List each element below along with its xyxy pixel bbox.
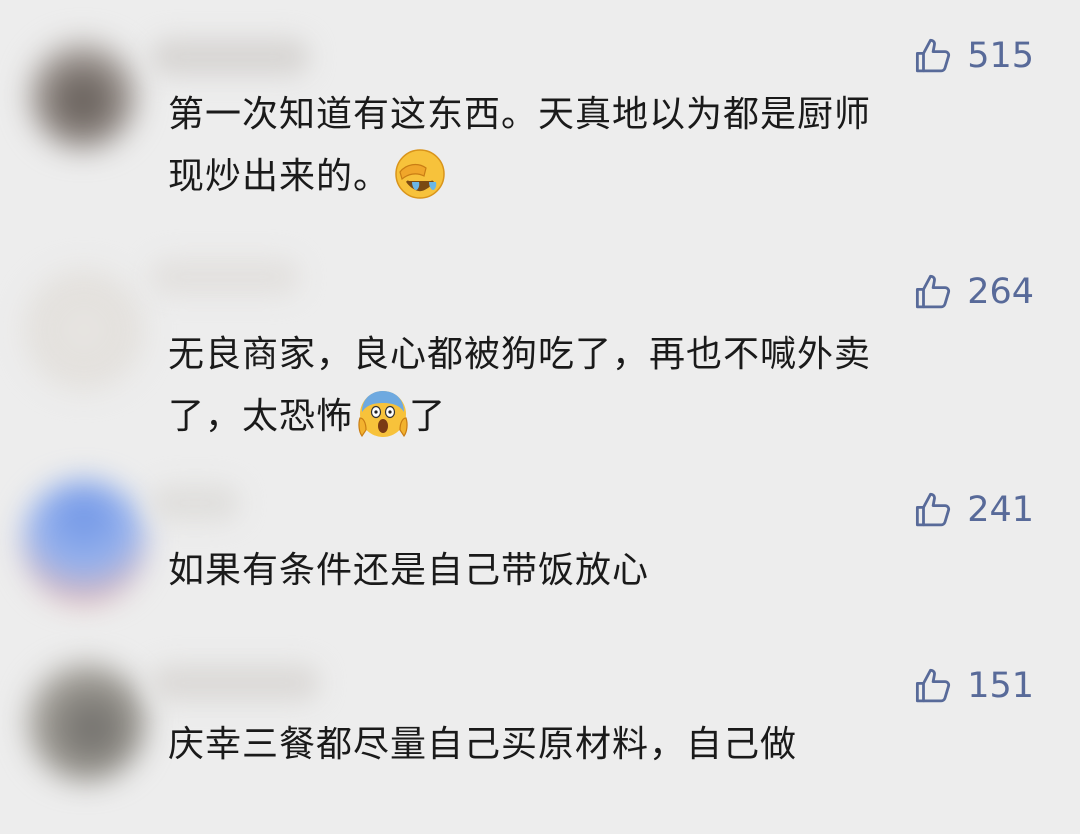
comment-item: 515 第一次知道有这东西。天真地以为都是厨师 现炒出来的。 bbox=[0, 0, 1080, 230]
like-count: 241 bbox=[967, 490, 1034, 530]
like-count: 151 bbox=[967, 666, 1034, 706]
comment-item: 151 庆幸三餐都尽量自己买原材料，自己做 bbox=[0, 640, 1080, 834]
comment-text: 如果有条件还是自己带饭放心 bbox=[168, 540, 1018, 602]
comment-line: 庆幸三餐都尽量自己买原材料，自己做 bbox=[168, 724, 798, 765]
like-button[interactable]: 241 bbox=[913, 488, 1034, 532]
comment-line: 第一次知道有这东西。天真地以为都是厨师 bbox=[168, 94, 872, 135]
thumbs-up-icon bbox=[916, 38, 951, 73]
thumbs-up-icon bbox=[916, 274, 951, 309]
comment-line-text: 了，太恐怖 bbox=[168, 396, 354, 437]
avatar[interactable] bbox=[28, 40, 138, 150]
like-count: 515 bbox=[967, 36, 1034, 76]
comment-line-text: 了 bbox=[409, 396, 447, 437]
username-blurred[interactable] bbox=[150, 38, 310, 76]
thumbs-up-icon bbox=[916, 492, 951, 527]
username-blurred[interactable] bbox=[150, 258, 300, 296]
comment-line-text: 现炒出来的。 bbox=[168, 156, 391, 197]
comment-text: 第一次知道有这东西。天真地以为都是厨师 现炒出来的。 bbox=[168, 84, 1018, 208]
comment-text: 无良商家，良心都被狗吃了，再也不喊外卖 了，太恐怖 了 bbox=[168, 324, 1018, 448]
comment-item: 241 如果有条件还是自己带饭放心 bbox=[0, 460, 1080, 640]
like-count: 264 bbox=[967, 272, 1034, 312]
face-with-hand-over-eyes-crying-emoji bbox=[395, 149, 445, 199]
comment-line: 了，太恐怖 了 bbox=[168, 386, 1018, 448]
avatar[interactable] bbox=[24, 270, 144, 390]
avatar[interactable] bbox=[22, 480, 146, 604]
like-button[interactable]: 264 bbox=[913, 270, 1034, 314]
avatar[interactable] bbox=[26, 662, 146, 782]
like-button[interactable]: 151 bbox=[913, 664, 1034, 708]
thumbs-up-icon bbox=[916, 668, 951, 703]
username-blurred[interactable] bbox=[150, 484, 240, 522]
comment-item: 264 无良商家，良心都被狗吃了，再也不喊外卖 了，太恐怖 了 bbox=[0, 230, 1080, 460]
username-blurred[interactable] bbox=[150, 664, 320, 702]
comment-line: 如果有条件还是自己带饭放心 bbox=[168, 550, 650, 591]
comment-text: 庆幸三餐都尽量自己买原材料，自己做 bbox=[168, 714, 1018, 776]
like-button[interactable]: 515 bbox=[913, 34, 1034, 78]
comment-line: 无良商家，良心都被狗吃了，再也不喊外卖 bbox=[168, 334, 872, 375]
face-screaming-in-fear-emoji bbox=[358, 391, 408, 438]
comment-line: 现炒出来的。 bbox=[168, 146, 1018, 208]
